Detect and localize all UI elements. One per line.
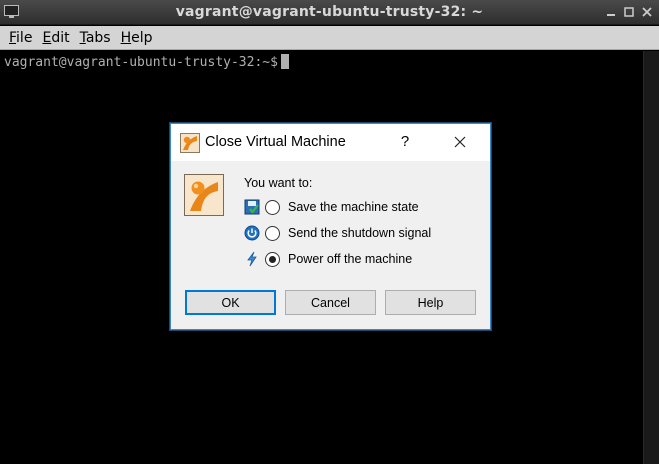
option-label: Save the machine state: [288, 200, 419, 214]
dialog-close-button[interactable]: [449, 130, 471, 154]
virtualbox-logo-icon: [184, 174, 224, 216]
menu-file-mnemonic: F: [9, 29, 17, 46]
close-vm-dialog: Close Virtual Machine ? You want to: Sav…: [170, 123, 491, 330]
minimize-icon: [607, 14, 615, 16]
menubar: File Edit Tabs Help: [0, 26, 659, 50]
terminal-prompt: vagrant@vagrant-ubuntu-trusty-32:~$: [4, 55, 278, 70]
terminal-scrollbar[interactable]: [643, 51, 659, 464]
menu-tabs-label: abs: [85, 29, 111, 46]
menu-help-mnemonic: H: [120, 29, 132, 46]
window-title: vagrant@vagrant-ubuntu-trusty-32: ~: [175, 4, 484, 20]
close-icon: [454, 136, 466, 148]
shutdown-signal-radio[interactable]: [265, 225, 280, 241]
save-state-radio[interactable]: [265, 199, 280, 215]
option-label: Send the shutdown signal: [288, 226, 432, 240]
power-off-icon: [244, 251, 260, 267]
shutdown-signal-icon: [244, 225, 260, 241]
save-state-icon: [244, 199, 260, 215]
radio-selected-dot: [269, 255, 276, 263]
terminal-icon: [4, 5, 19, 18]
menu-edit[interactable]: Edit: [37, 27, 74, 49]
menu-help[interactable]: Help: [116, 27, 158, 49]
dialog-titlebar[interactable]: Close Virtual Machine ?: [171, 124, 490, 161]
option-shutdown-signal[interactable]: Send the shutdown signal: [244, 222, 474, 244]
menu-file[interactable]: File: [0, 27, 37, 49]
menu-edit-label: dit: [51, 29, 70, 46]
close-window-button[interactable]: [640, 5, 654, 19]
power-off-radio[interactable]: [265, 251, 280, 267]
menu-tabs[interactable]: Tabs: [75, 27, 116, 49]
maximize-icon: [624, 7, 634, 17]
cancel-button[interactable]: Cancel: [285, 290, 376, 315]
terminal-cursor: [280, 54, 289, 69]
maximize-button[interactable]: [622, 5, 636, 19]
menu-file-label: ile: [16, 29, 33, 46]
help-button[interactable]: Help: [385, 290, 476, 315]
menu-help-label: elp: [131, 29, 153, 46]
dialog-help-button[interactable]: ?: [395, 130, 415, 154]
option-label: Power off the machine: [288, 252, 413, 266]
minimize-button[interactable]: [604, 5, 618, 19]
close-icon: [642, 7, 652, 17]
option-power-off[interactable]: Power off the machine: [244, 248, 474, 270]
menu-edit-mnemonic: E: [42, 29, 52, 46]
dialog-title: Close Virtual Machine: [205, 134, 346, 150]
ok-button[interactable]: OK: [185, 290, 276, 315]
virtualbox-icon: [180, 133, 200, 153]
window-titlebar[interactable]: vagrant@vagrant-ubuntu-trusty-32: ~: [0, 0, 659, 25]
dialog-prompt: You want to:: [244, 176, 313, 190]
option-save-state[interactable]: Save the machine state: [244, 196, 474, 218]
